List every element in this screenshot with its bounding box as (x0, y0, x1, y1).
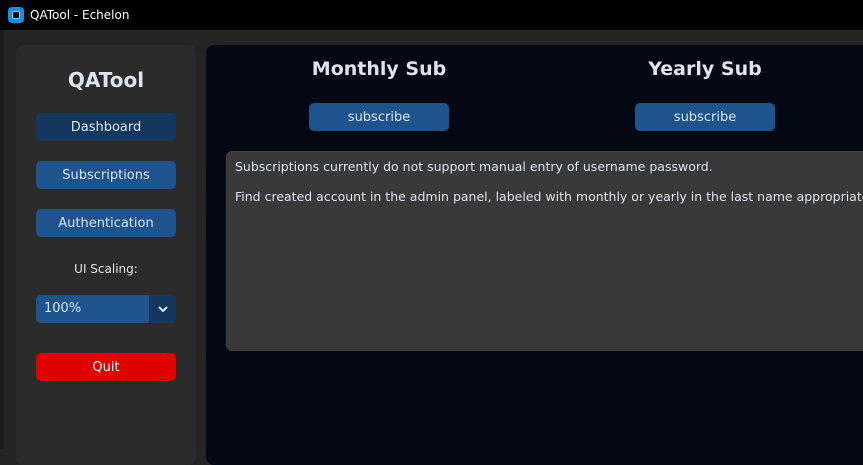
app-icon (8, 7, 24, 23)
yearly-sub-title: Yearly Sub (648, 58, 762, 80)
info-line: Find created account in the admin panel,… (235, 189, 863, 204)
ui-scaling-dropdown[interactable]: 100% (36, 295, 176, 323)
info-line: Subscriptions currently do not support m… (235, 159, 713, 174)
sidebar-title: QATool (67, 68, 145, 92)
ui-scaling-label: UI Scaling: (74, 262, 138, 276)
monthly-sub-title: Monthly Sub (311, 58, 447, 80)
yearly-subscribe-button[interactable]: subscribe (635, 103, 775, 131)
dashboard-button[interactable]: Dashboard (36, 113, 176, 141)
main-panel: Monthly Sub subscribe Yearly Sub subscri… (206, 45, 863, 465)
authentication-button[interactable]: Authentication (36, 209, 176, 237)
quit-button[interactable]: Quit (36, 353, 176, 381)
chevron-down-icon (158, 306, 167, 312)
monthly-subscribe-button[interactable]: subscribe (309, 103, 449, 131)
dropdown-arrow-button[interactable] (149, 295, 176, 323)
sidebar: QATool Dashboard Subscriptions Authentic… (16, 45, 196, 465)
window-edge (0, 30, 3, 449)
info-textbox[interactable]: Subscriptions currently do not support m… (226, 151, 863, 351)
window-title: QATool - Echelon (30, 8, 130, 22)
subscriptions-button[interactable]: Subscriptions (36, 161, 176, 189)
window-titlebar: QATool - Echelon (0, 0, 863, 30)
ui-scaling-value: 100% (44, 301, 82, 316)
